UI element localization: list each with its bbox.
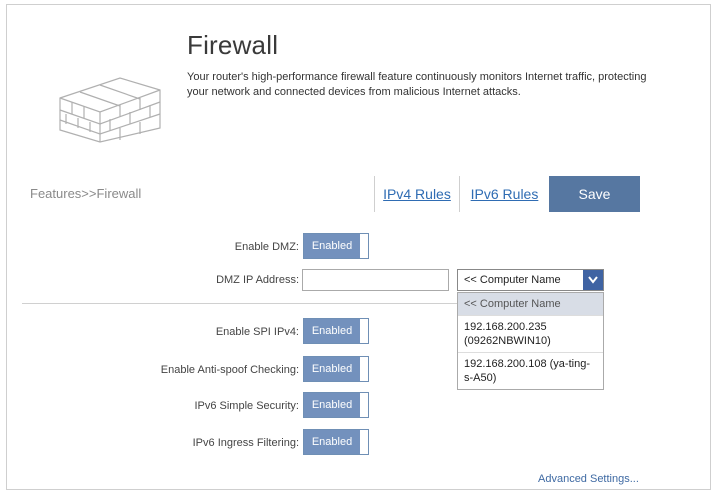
chevron-down-icon[interactable] <box>583 270 603 290</box>
ipv6-ingress-state: Enabled <box>304 430 360 454</box>
save-button[interactable]: Save <box>549 176 640 212</box>
enable-spi-state: Enabled <box>304 319 360 343</box>
ipv6-simple-security-state: Enabled <box>304 393 360 417</box>
computer-name-select[interactable]: << Computer Name <box>457 269 604 291</box>
dropdown-option[interactable]: 192.168.200.108 (ya-ting-s-A50) <box>458 353 603 389</box>
section-divider <box>22 303 457 304</box>
enable-spi-label: Enable SPI IPv4: <box>215 326 299 338</box>
dropdown-option[interactable]: 192.168.200.235 (09262NBWIN10) <box>458 316 603 353</box>
ipv6-ingress-label: IPv6 Ingress Filtering: <box>192 437 299 449</box>
ipv6-ingress-toggle[interactable]: Enabled <box>303 429 369 455</box>
page-title: Firewall <box>187 30 279 60</box>
antispoof-toggle[interactable]: Enabled <box>303 356 369 382</box>
brick-wall-icon <box>50 68 165 148</box>
enable-dmz-toggle[interactable]: Enabled <box>303 233 369 259</box>
tab-ipv6-rules[interactable]: IPv6 Rules <box>459 176 549 212</box>
ipv6-simple-security-label: IPv6 Simple Security: <box>194 400 299 412</box>
ipv6-simple-security-toggle[interactable]: Enabled <box>303 392 369 418</box>
computer-name-dropdown: << Computer Name 192.168.200.235 (09262N… <box>457 292 604 390</box>
computer-name-selected: << Computer Name <box>464 274 561 286</box>
antispoof-state: Enabled <box>304 357 360 381</box>
dmz-ip-input[interactable] <box>302 269 449 291</box>
page-description: Your router's high-performance firewall … <box>187 71 647 98</box>
antispoof-label: Enable Anti-spoof Checking: <box>160 364 299 376</box>
breadcrumb: Features>>Firewall <box>30 186 142 201</box>
dmz-ip-label: DMZ IP Address: <box>216 274 299 286</box>
enable-dmz-label: Enable DMZ: <box>234 241 299 253</box>
tab-ipv4-rules[interactable]: IPv4 Rules <box>374 176 459 212</box>
advanced-settings-link[interactable]: Advanced Settings... <box>538 473 639 485</box>
enable-dmz-state: Enabled <box>304 234 360 258</box>
dropdown-option[interactable]: << Computer Name <box>458 293 603 316</box>
enable-spi-toggle[interactable]: Enabled <box>303 318 369 344</box>
